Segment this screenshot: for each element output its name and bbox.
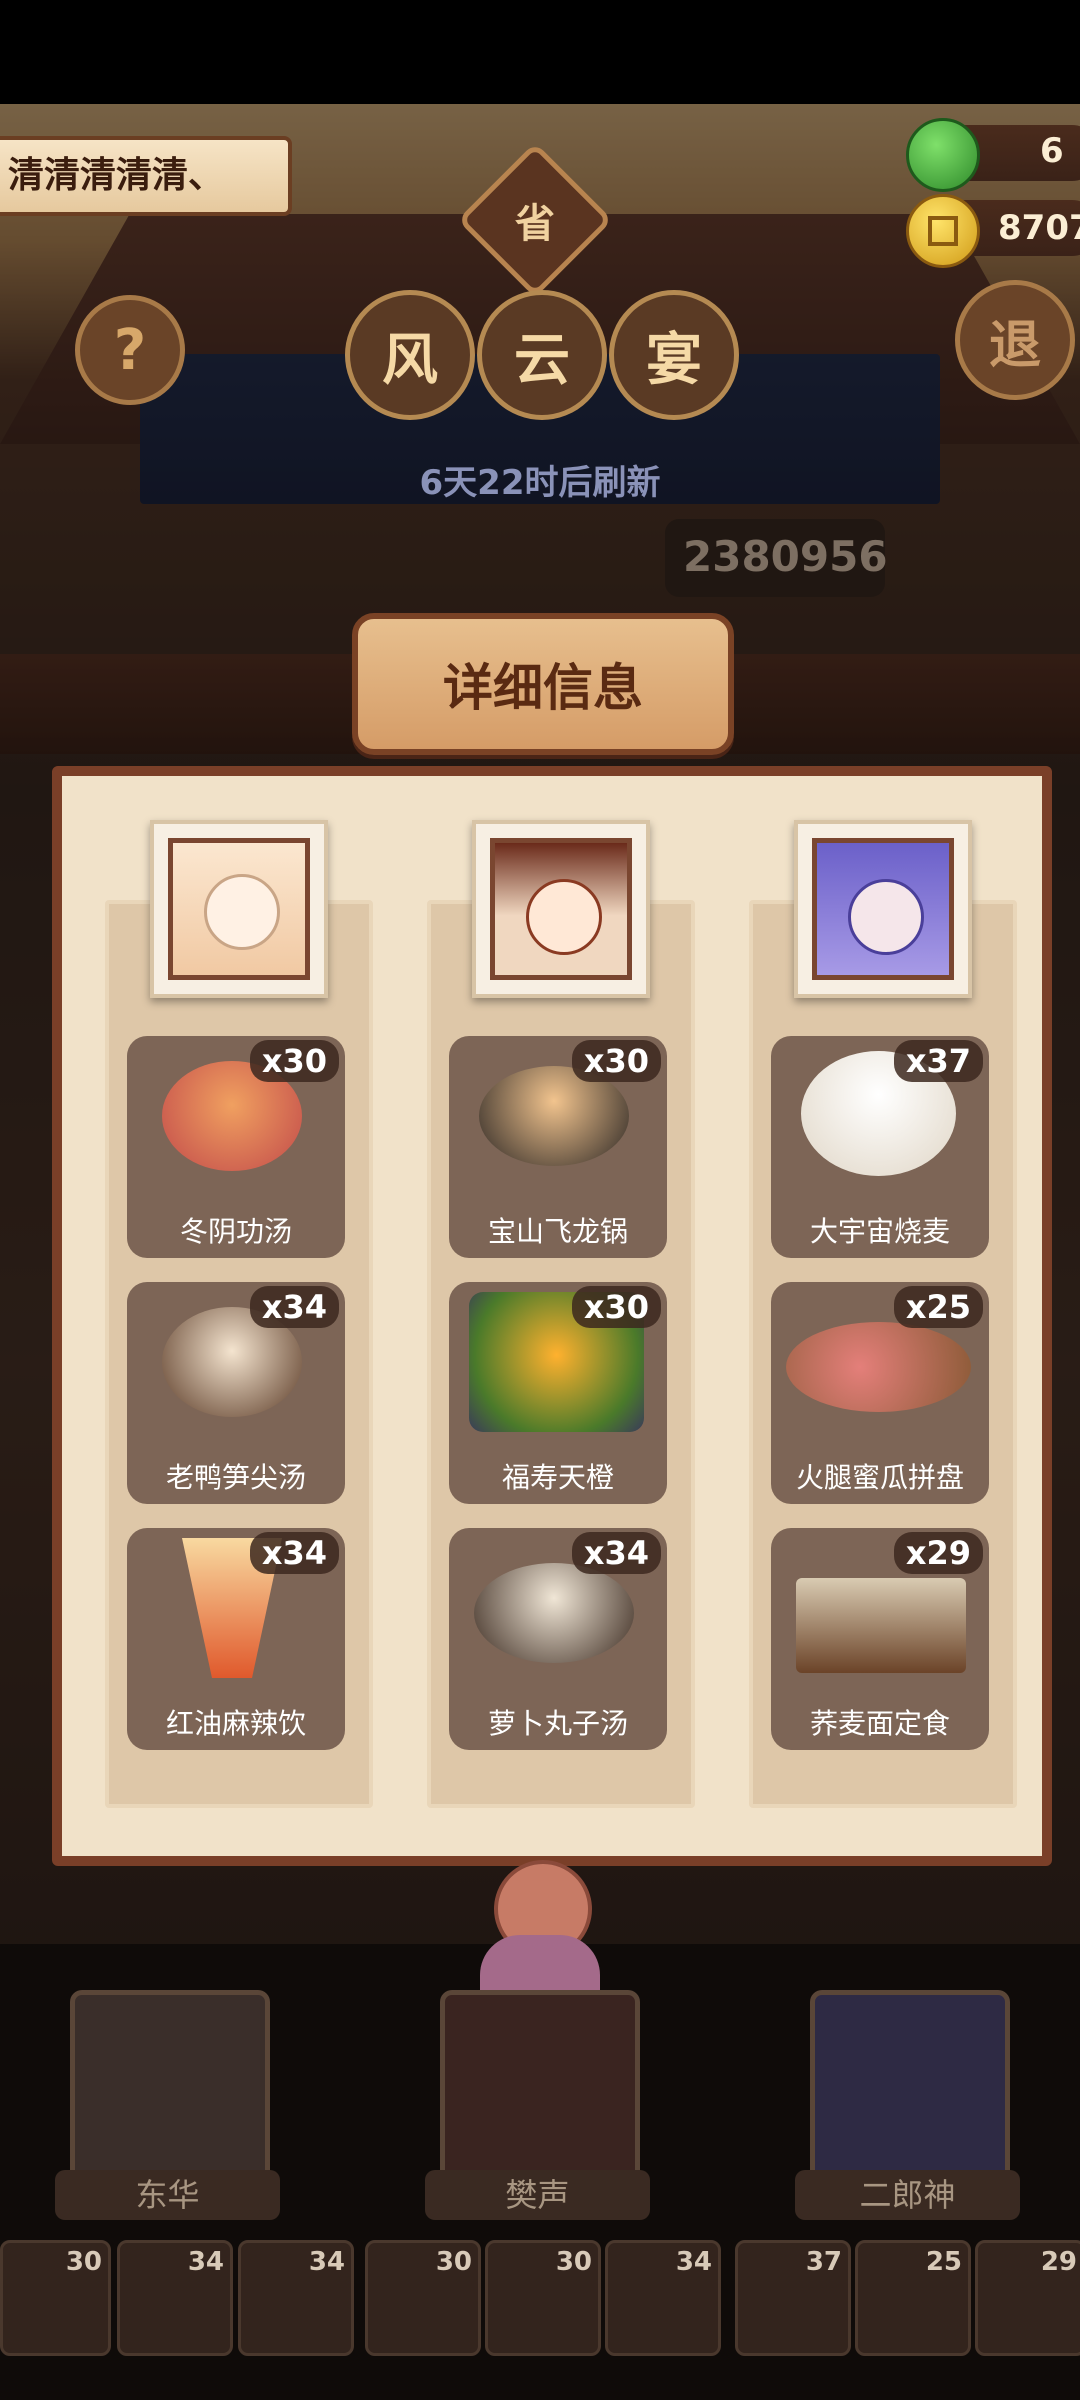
player-name: 清清清清清、: [8, 155, 225, 196]
erlangshen-face-icon: [848, 879, 924, 955]
help-icon: ?: [113, 317, 147, 383]
dish-card[interactable]: x25 火腿蜜瓜拼盘: [771, 1282, 989, 1504]
dish-name: 老鸭笋尖汤: [165, 1461, 306, 1494]
dialog-title-plaque: 详细信息: [352, 613, 734, 755]
dish-name: 福寿天橙: [501, 1461, 614, 1494]
strip-item[interactable]: 34: [117, 2240, 233, 2356]
dish-card[interactable]: x37 大宇宙烧麦: [771, 1036, 989, 1258]
title-char-3: 宴: [609, 290, 739, 420]
player-name-button[interactable]: 清清清清清、: [0, 136, 292, 216]
strip-item[interactable]: 25: [855, 2240, 971, 2356]
coin-icon: [906, 194, 980, 268]
strip-item[interactable]: 30: [0, 2240, 111, 2356]
dish-name: 大宇宙烧麦: [809, 1215, 950, 1248]
dialog-title: 详细信息: [443, 659, 643, 717]
dish-card[interactable]: x30 宝山飞龙锅: [449, 1036, 667, 1258]
bottom-name-2: 樊声: [425, 2170, 650, 2220]
bottom-character-donghua[interactable]: [70, 1990, 270, 2190]
strip-item[interactable]: 37: [735, 2240, 851, 2356]
dish-card[interactable]: x34 红油麻辣饮: [127, 1528, 345, 1750]
gold-currency-value: 8707: [998, 208, 1080, 248]
dish-name: 荞麦面定食: [809, 1707, 950, 1740]
donghua-face-icon: [204, 874, 280, 950]
title-char-2: 云: [477, 290, 607, 420]
bottom-name-1: 东华: [55, 2170, 280, 2220]
bottom-name-3: 二郎神: [795, 2170, 1020, 2220]
dish-card[interactable]: x34 老鸭笋尖汤: [127, 1282, 345, 1504]
title-char-1: 风: [345, 290, 475, 420]
strip-item[interactable]: 34: [605, 2240, 721, 2356]
score-value: 2380956: [683, 532, 888, 581]
dish-card[interactable]: x34 萝卜丸子汤: [449, 1528, 667, 1750]
portrait-erlangshen[interactable]: [794, 820, 972, 998]
dish-name: 火腿蜜瓜拼盘: [795, 1461, 964, 1494]
dish-card[interactable]: x30 冬阴功汤: [127, 1036, 345, 1258]
bottom-character-erlangshen[interactable]: [810, 1990, 1010, 2190]
meatball-soup-icon: [474, 1563, 634, 1663]
jade-icon: [906, 118, 980, 192]
exit-button[interactable]: 退: [955, 280, 1075, 400]
strip-item[interactable]: 30: [365, 2240, 481, 2356]
portrait-fansheng[interactable]: [472, 820, 650, 998]
dish-name: 萝卜丸子汤: [487, 1707, 628, 1740]
strip-item[interactable]: 29: [975, 2240, 1080, 2356]
strip-item[interactable]: 34: [238, 2240, 354, 2356]
exit-icon: 退: [988, 315, 1041, 376]
green-currency-value: 6: [1040, 131, 1064, 171]
fansheng-face-icon: [526, 879, 602, 955]
dish-name: 红油麻辣饮: [165, 1707, 306, 1740]
bottom-character-fansheng[interactable]: [440, 1990, 640, 2190]
strip-item[interactable]: 30: [485, 2240, 601, 2356]
soba-set-icon: [796, 1578, 966, 1673]
help-button[interactable]: ?: [75, 295, 185, 405]
dish-card[interactable]: x29 荞麦面定食: [771, 1528, 989, 1750]
refresh-text: 6天22时后刷新: [419, 463, 661, 503]
ham-melon-icon: [786, 1322, 971, 1412]
dish-card[interactable]: x30 福寿天橙: [449, 1282, 667, 1504]
dish-name: 宝山飞龙锅: [487, 1215, 628, 1248]
portrait-donghua[interactable]: [150, 820, 328, 998]
dish-name: 冬阴功汤: [179, 1215, 292, 1248]
